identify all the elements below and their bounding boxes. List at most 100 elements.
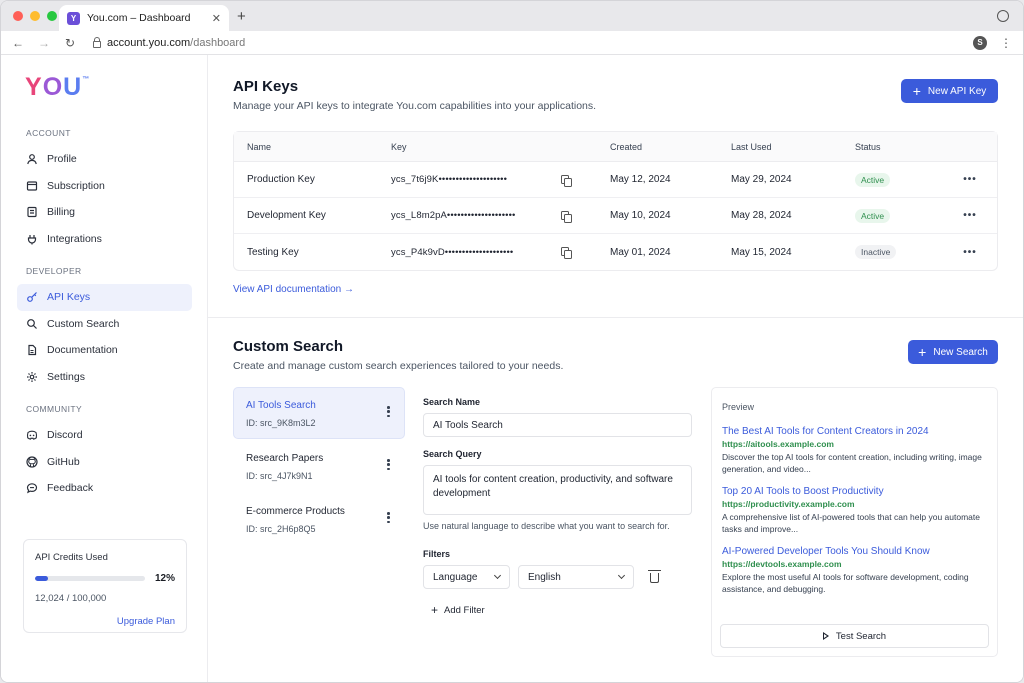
sidebar-item-profile[interactable]: Profile — [17, 146, 192, 173]
more-actions-icon[interactable]: ••• — [955, 247, 985, 258]
nav-section-label: ACCOUNT — [26, 128, 71, 138]
sidebar-item-integrations[interactable]: Integrations — [17, 226, 192, 253]
main-content: API Keys Manage your API keys to integra… — [208, 55, 1023, 682]
sidebar-item-subscription[interactable]: Subscription — [17, 173, 192, 200]
copy-icon[interactable] — [561, 247, 572, 259]
result-description: A comprehensive list of AI-powered tools… — [722, 512, 980, 534]
chevron-down-icon — [617, 571, 626, 580]
sidebar-item-discord[interactable]: Discord — [17, 422, 192, 449]
sidebar-item-label: GitHub — [47, 455, 80, 468]
nav-section-community: COMMUNITY Discord GitHub Feedback — [17, 404, 192, 502]
result-url: https://productivity.example.com — [722, 499, 855, 509]
tab-title: You.com – Dashboard — [87, 12, 191, 24]
nav-section-label: COMMUNITY — [26, 404, 83, 414]
view-api-docs-link[interactable]: View API documentation → — [233, 284, 354, 295]
sidebar-item-settings[interactable]: Settings — [17, 364, 192, 391]
api-keys-header: API Keys Manage your API keys to integra… — [233, 78, 596, 112]
key-name: Development Key — [247, 210, 326, 221]
custom-search-panel: AI Tools Search ID: src_9K8m3L2 Research… — [233, 387, 998, 657]
more-actions-icon[interactable]: ••• — [955, 174, 985, 185]
sidebar-item-label: Custom Search — [47, 317, 120, 330]
new-search-button[interactable]: + New Search — [908, 340, 998, 364]
kebab-menu-icon[interactable] — [387, 406, 390, 417]
app: Y O U ™ ACCOUNT Profile Subscription Billing In… — [1, 55, 1023, 682]
key-last-used: May 28, 2024 — [731, 210, 792, 221]
custom-search-subtitle: Create and manage custom search experien… — [233, 360, 564, 372]
col-created: Created — [610, 141, 643, 152]
key-value: ycs_P4k9vD•••••••••••••••••••• — [391, 246, 514, 258]
you-logo[interactable]: Y O U ™ — [25, 73, 90, 102]
new-tab-icon[interactable]: + — [237, 8, 246, 25]
key-created: May 10, 2024 — [610, 210, 671, 221]
extension-icon[interactable]: S — [973, 35, 987, 50]
back-icon[interactable]: ← — [11, 36, 25, 50]
gear-icon — [26, 371, 38, 383]
browser-window: Y You.com – Dashboard ✕ + ← → ↻ account.… — [0, 0, 1024, 683]
api-credits-card: API Credits Used 12% 12,024 / 100,000 Up… — [23, 539, 187, 633]
key-name: Production Key — [247, 174, 315, 185]
key-created: May 01, 2024 — [610, 246, 671, 258]
browser-menu-icon[interactable]: ⋮ — [999, 36, 1013, 50]
sidebar-item-label: API Keys — [47, 291, 91, 304]
sidebar: Y O U ™ ACCOUNT Profile Subscription Billing In… — [1, 55, 208, 682]
browser-tab[interactable]: Y You.com – Dashboard ✕ — [59, 5, 229, 31]
col-status: Status — [855, 141, 881, 152]
table-row: Development Key ycs_L8m2pA••••••••••••••… — [234, 198, 997, 234]
url-field[interactable]: account.you.com/dashboard — [93, 36, 961, 49]
sidebar-item-custom-search[interactable]: Custom Search — [17, 311, 192, 338]
search-list-item[interactable]: Research Papers ID: src_4J7k9N1 — [233, 440, 405, 492]
status-cell: Active — [855, 208, 955, 223]
sidebar-item-github[interactable]: GitHub — [17, 449, 192, 476]
key-cell: ycs_L8m2pA•••••••••••••••••••• — [391, 210, 610, 223]
url-path: /dashboard — [190, 36, 246, 49]
filter-value-select[interactable]: English — [518, 565, 634, 589]
copy-icon[interactable] — [561, 174, 572, 187]
forward-icon[interactable]: → — [37, 36, 51, 50]
favicon-icon: Y — [67, 11, 80, 25]
search-query-label: Search Query — [423, 449, 482, 459]
new-api-key-button[interactable]: + New API Key — [901, 79, 998, 103]
search-item-name: Research Papers — [246, 453, 324, 464]
result-title-link[interactable]: AI-Powered Developer Tools You Should Kn… — [722, 546, 987, 557]
search-name-input[interactable]: AI Tools Search — [423, 413, 692, 437]
result-title-link[interactable]: The Best AI Tools for Content Creators i… — [722, 426, 987, 437]
preview-label: Preview — [722, 402, 755, 412]
key-name: Testing Key — [247, 246, 299, 258]
api-keys-subtitle: Manage your API keys to integrate You.co… — [233, 100, 597, 112]
kebab-menu-icon[interactable] — [387, 459, 390, 470]
test-search-button[interactable]: Test Search — [720, 624, 989, 648]
close-window-button[interactable] — [13, 11, 23, 21]
sidebar-item-feedback[interactable]: Feedback — [17, 475, 192, 502]
upgrade-plan-link[interactable]: Upgrade Plan — [35, 616, 175, 627]
sidebar-item-documentation[interactable]: Documentation — [17, 337, 192, 364]
search-list-item[interactable]: AI Tools Search ID: src_9K8m3L2 — [233, 387, 405, 439]
credits-progress-bar — [35, 576, 145, 581]
preview-result: The Best AI Tools for Content Creators i… — [722, 426, 987, 475]
kebab-menu-icon[interactable] — [387, 512, 390, 523]
search-name-label: Search Name — [423, 397, 481, 407]
sidebar-item-api-keys[interactable]: API Keys — [17, 284, 192, 311]
filter-field-select[interactable]: Language — [423, 565, 510, 589]
search-list-item[interactable]: E-commerce Products ID: src_2H6p8Q5 — [233, 493, 405, 545]
search-query-textarea[interactable]: AI tools for content creation, productiv… — [423, 465, 692, 515]
add-filter-button[interactable]: + Add Filter — [431, 603, 693, 617]
search-item-id: ID: src_9K8m3L2 — [246, 418, 316, 428]
result-title-link[interactable]: Top 20 AI Tools to Boost Productivity — [722, 486, 987, 497]
tab-close-icon[interactable]: ✕ — [212, 12, 221, 25]
nav-section-developer: DEVELOPER API Keys Custom Search Documentat… — [17, 266, 192, 390]
more-actions-icon[interactable]: ••• — [955, 210, 985, 221]
trash-icon[interactable] — [648, 570, 661, 583]
sidebar-item-billing[interactable]: Billing — [17, 199, 192, 226]
github-icon — [26, 456, 38, 468]
lock-icon — [93, 36, 101, 48]
section-divider — [208, 317, 1023, 318]
api-keys-table: Name Key Created Last Used Status Produc… — [233, 131, 998, 271]
maximize-window-button[interactable] — [47, 11, 57, 21]
minimize-window-button[interactable] — [30, 11, 40, 21]
search-item-name: E-commerce Products — [246, 506, 345, 517]
sidebar-item-label: Discord — [47, 429, 83, 442]
copy-icon[interactable] — [561, 210, 572, 223]
downloads-icon[interactable] — [997, 10, 1009, 22]
sidebar-item-label: Billing — [47, 206, 76, 219]
reload-icon[interactable]: ↻ — [63, 36, 77, 50]
